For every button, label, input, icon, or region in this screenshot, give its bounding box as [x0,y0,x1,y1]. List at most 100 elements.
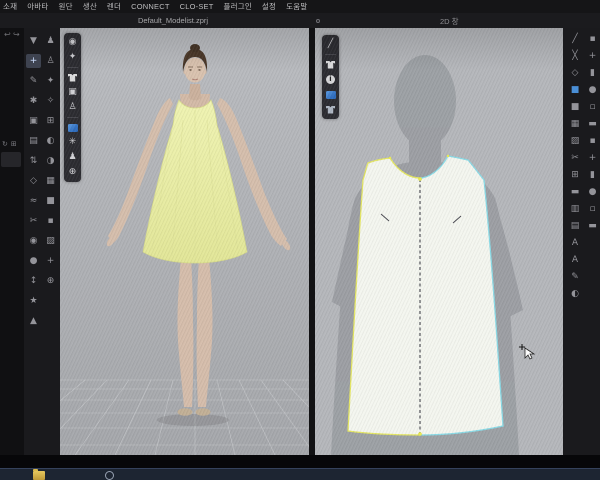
thumbnail-2d-icon[interactable]: ◐ [568,288,583,301]
fabric-view-icon[interactable] [66,121,79,134]
fabric-c-swatch-icon[interactable]: ▨ [43,234,58,248]
brush-2d-icon[interactable]: ✎ [568,271,583,284]
free-sewing-icon[interactable]: ⇅ [26,154,41,168]
environment-globe-icon[interactable]: ⊕ [66,166,79,179]
topstitch-icon[interactable]: ★ [26,294,41,308]
redo-icon[interactable]: ↪ [13,30,20,39]
toolbar-separator [325,54,336,55]
left-toolbar-column-a: ▼ + ✎ ✱ ▣ ▤ ⇅ ◇ ≈ ✂ ◉ ● ↕ ★ ▲ [25,31,42,452]
pattern-box-icon[interactable]: ■ [568,101,583,114]
hand-pose-icon[interactable]: ✧ [43,94,58,108]
scene-capture-icon[interactable]: ✦ [66,51,79,64]
steam-brush-icon[interactable]: ≈ [26,194,41,208]
fabric-a-swatch-icon[interactable]: ■ [43,194,58,208]
fabric-view-2d-icon[interactable] [324,88,337,101]
scene-3d [60,28,309,455]
menu-fabric[interactable]: 원단 [59,1,73,12]
refresh-icon[interactable]: ↻ [2,140,8,148]
menu-clo-set[interactable]: CLO-SET [180,2,214,11]
avatar-hair-bun [190,44,200,52]
grainline-icon[interactable]: + [43,254,58,268]
sewing-machine-icon[interactable]: ▣ [26,114,41,128]
library-thumbnail[interactable] [1,152,21,167]
project-tab[interactable]: Default_Modelist.zprj [138,16,208,25]
menu-settings[interactable]: 설정 [262,1,276,12]
show-pattern-icon[interactable] [324,58,337,71]
segment-sewing-icon[interactable]: ▤ [26,134,41,148]
hatch-fill-icon[interactable]: ▤ [568,220,583,233]
clipped-tool-icon[interactable]: ▪ [585,33,600,46]
right-toolbar-column-2: ▪ + ▮ ● ▫ ▬ ▪ + ▮ ● ▫ ▬ [585,31,600,455]
tape-measure-icon[interactable]: ⊞ [43,114,58,128]
cut-sew-icon[interactable]: ✂ [568,152,583,165]
text-style-icon[interactable]: A [568,254,583,267]
clipped-tool-icon[interactable]: + [585,152,600,165]
taskbar-app-icon[interactable] [105,471,114,480]
viewport-3d[interactable]: ◉ ✦ ▣ ♙ ✳ ♟ ⊕ [60,28,309,455]
scissors-icon[interactable]: ✂ [26,214,41,228]
menu-help[interactable]: 도움말 [286,1,307,12]
clipped-tool-icon[interactable]: ▪ [585,135,600,148]
clipped-tool-icon[interactable]: ● [585,84,600,97]
menu-avatar[interactable]: 아바타 [27,1,48,12]
trace-icon[interactable]: ⊞ [568,169,583,182]
simulate-icon[interactable]: ▼ [26,34,41,48]
menu-production[interactable]: 생산 [83,1,97,12]
add-point-icon[interactable]: ◇ [568,67,583,80]
menu-render[interactable]: 렌더 [107,1,121,12]
menu-plugin[interactable]: 플러그인 [224,1,252,12]
pattern-piece-front[interactable] [347,154,504,436]
fit-map-icon[interactable]: ◐ [43,134,58,148]
viewport-2d-toolbar: ╱ i [322,35,339,119]
clipped-tool-icon[interactable]: + [585,50,600,63]
clipped-tool-icon[interactable]: ▬ [585,220,600,233]
arm-pose-icon[interactable]: ✦ [43,74,58,88]
show-garment-icon[interactable] [66,71,79,84]
menu-connect[interactable]: CONNECT [131,2,169,11]
zipper-icon[interactable]: ↕ [26,274,41,288]
pattern-info-icon[interactable]: i [324,73,337,86]
clipped-tool-icon[interactable]: ▮ [585,169,600,182]
environment-icon[interactable]: ⊕ [43,274,58,288]
fabric-b-swatch-icon[interactable]: ▪ [43,214,58,228]
clipped-tool-icon[interactable]: ▫ [585,101,600,114]
pattern-texture-icon[interactable]: ▦ [568,118,583,131]
pressure-map-icon[interactable]: ◑ [43,154,58,168]
clipped-tool-icon[interactable]: ▬ [585,118,600,131]
edit-curvature-icon[interactable]: ╳ [568,50,583,63]
pin-icon[interactable]: ✱ [26,94,41,108]
viewport-2d[interactable]: ╱ i [315,28,563,455]
buttonhole-icon[interactable]: ● [26,254,41,268]
clipped-tool-icon[interactable]: ▮ [585,67,600,80]
clipped-tool-icon[interactable]: ● [585,186,600,199]
strain-map-icon[interactable]: ▦ [43,174,58,188]
select-move-icon[interactable]: + [26,54,41,68]
pattern-outline-icon[interactable] [324,103,337,116]
mannequin-display-icon[interactable]: ♟ [66,151,79,164]
undo-icon[interactable]: ↩ [4,30,11,39]
pen-edit-icon[interactable]: ✎ [26,74,41,88]
seam-allowance-icon[interactable]: ▬ [568,186,583,199]
show-avatar-icon[interactable]: ♙ [66,101,79,114]
avatar-size-icon[interactable]: ♙ [43,54,58,68]
left-toolbar: ▼ + ✎ ✱ ▣ ▤ ⇅ ◇ ≈ ✂ ◉ ● ↕ ★ ▲ ♟ ♙ ✦ ✧ ⊞ ◐ ◑ ▦ ■ ▪ ▨ + ⊕ [24,28,60,455]
fabric-swatch-icon[interactable]: ■ [568,84,583,97]
button-icon[interactable]: ◉ [26,234,41,248]
internal-grid-icon[interactable]: ▥ [568,203,583,216]
workspace: ↩ ↪ ↻ ⊞ ▼ + ✎ ✱ ▣ ▤ ⇅ ◇ ≈ ✂ ◉ ● ↕ ★ ▲ ♟ ♙ ✦ ✧ ⊞ ◐ ◑ ▦ ■ ▪ ▨ + ⊕ [0,28,600,455]
feather-display-icon[interactable]: ✳ [66,136,79,149]
avatar-pose-icon[interactable]: ♟ [43,34,58,48]
menu-bar: 소재 아바타 원단 생산 렌더 CONNECT CLO-SET 플러그인 설정 도움말 [0,0,600,13]
shirring-icon[interactable]: ▲ [26,314,41,328]
show-sewing-icon[interactable]: ▣ [66,86,79,99]
pattern-swatch-icon[interactable]: ▨ [568,135,583,148]
fold-arrangement-icon[interactable]: ◇ [26,174,41,188]
pen-tool-icon[interactable]: ╱ [324,38,337,51]
menu-material[interactable]: 소재 [3,1,17,12]
grid-view-icon[interactable]: ⊞ [11,140,17,148]
edit-pattern-icon[interactable]: ╱ [568,33,583,46]
taskbar-folder-icon[interactable] [33,469,45,480]
clipped-tool-icon[interactable]: ▫ [585,203,600,216]
text-tool-icon[interactable]: A [568,237,583,250]
render-mode-icon[interactable]: ◉ [66,36,79,49]
